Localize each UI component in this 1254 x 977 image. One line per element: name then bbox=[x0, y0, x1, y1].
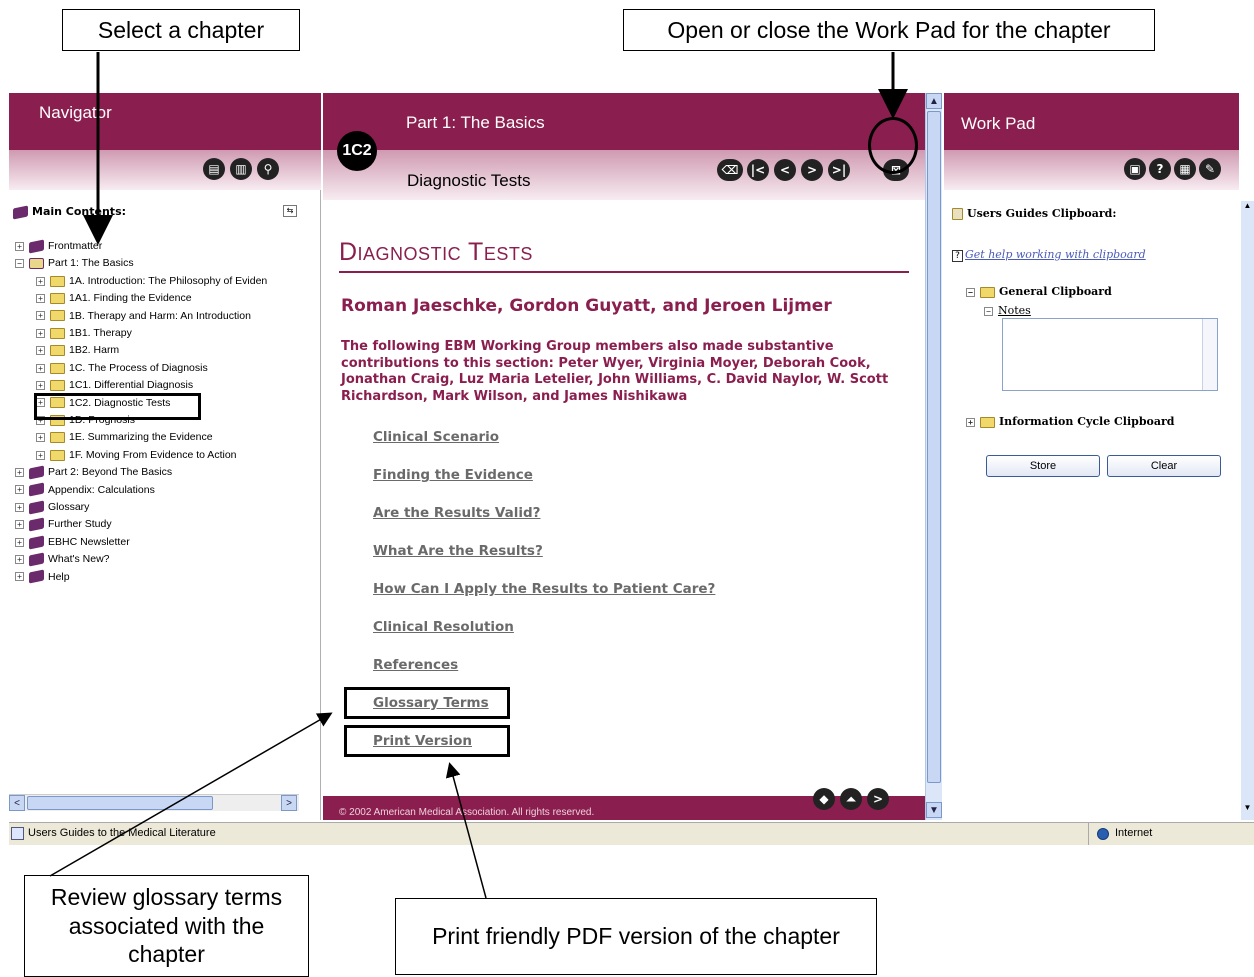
annotation-arrows bbox=[49, 52, 908, 899]
arrow-glossary bbox=[49, 712, 333, 877]
arrow-print bbox=[445, 762, 487, 899]
